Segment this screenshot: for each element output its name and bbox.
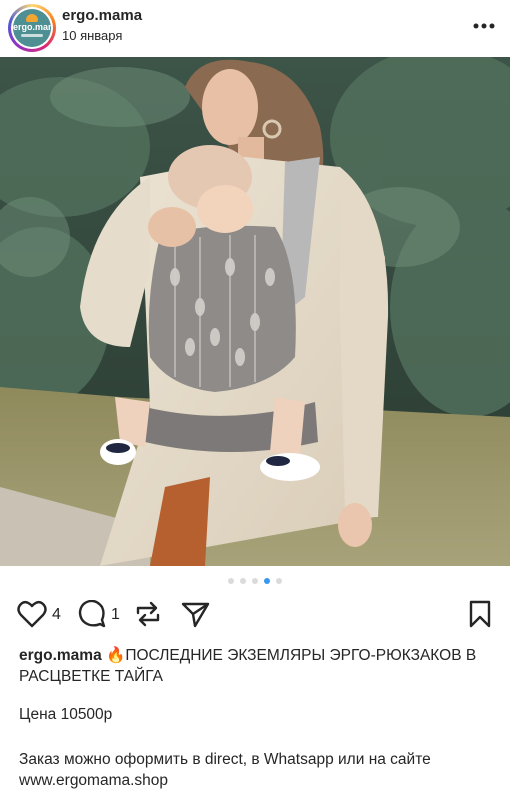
avatar-logo-text: ergo.mama — [13, 22, 51, 32]
carousel-dot[interactable] — [276, 578, 282, 584]
post-image[interactable] — [0, 57, 510, 566]
carousel-dot[interactable] — [252, 578, 258, 584]
comment-icon[interactable] — [78, 600, 106, 628]
carousel-dot[interactable] — [228, 578, 234, 584]
post-author[interactable]: ergo.mama — [62, 7, 142, 24]
share-icon[interactable] — [181, 600, 211, 628]
post-date: 10 января — [62, 28, 123, 43]
post-actions: 4 1 — [0, 598, 510, 632]
bookmark-icon[interactable] — [468, 600, 492, 628]
caption-price: Цена 10500р — [19, 706, 113, 723]
post-caption: ergo.mama 🔥ПОСЛЕДНИЕ ЭКЗЕМЛЯРЫ ЭРГО-РЮКЗ… — [19, 645, 494, 687]
carousel-indicator[interactable] — [0, 578, 510, 586]
fire-emoji: 🔥 — [106, 647, 126, 664]
carousel-dot-active[interactable] — [264, 578, 270, 584]
like-count[interactable]: 4 — [52, 606, 61, 624]
caption-author[interactable]: ergo.mama — [19, 647, 102, 664]
repost-icon[interactable] — [134, 600, 162, 628]
carousel-dot[interactable] — [240, 578, 246, 584]
post-header: ergo.mama ergo.mama 10 января — [0, 0, 510, 56]
more-options-icon[interactable] — [470, 16, 498, 36]
post-photo-illustration — [0, 57, 510, 566]
avatar[interactable]: ergo.mama — [13, 9, 51, 47]
heart-icon[interactable] — [17, 600, 47, 628]
avatar-ring[interactable]: ergo.mama — [8, 4, 56, 52]
comment-count[interactable]: 1 — [111, 606, 120, 624]
logo-bird-icon — [26, 14, 38, 22]
caption-order-info: Заказ можно оформить в direct, в Whatsap… — [19, 751, 431, 789]
